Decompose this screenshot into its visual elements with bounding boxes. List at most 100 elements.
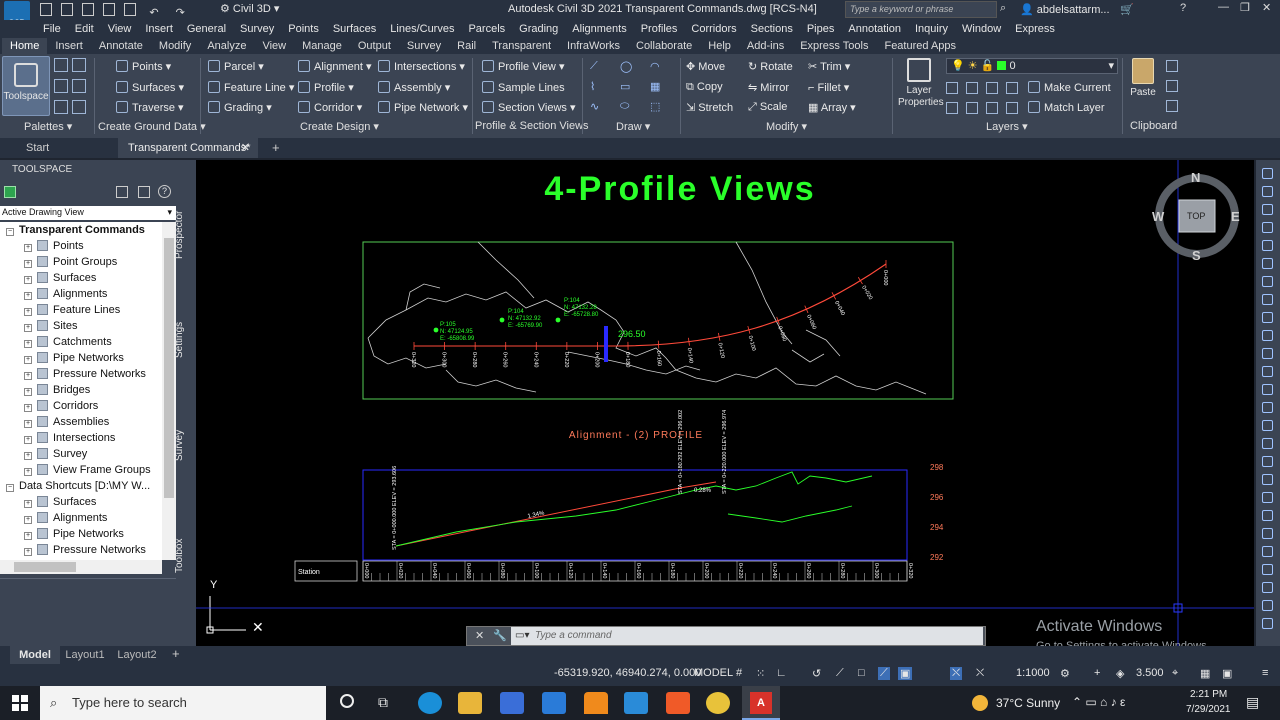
- menu-insert[interactable]: Insert: [138, 20, 180, 38]
- coordinates-readout[interactable]: -65319.920, 46940.274, 0.000: [554, 667, 701, 679]
- tab-rail[interactable]: Rail: [449, 38, 484, 54]
- clipboard-panel-label[interactable]: Clipboard: [1130, 120, 1177, 132]
- nav-tool-icon[interactable]: [1262, 312, 1273, 323]
- nav-tool-icon[interactable]: [1262, 618, 1273, 629]
- copy-button[interactable]: ⧉ Copy: [686, 81, 723, 94]
- customize-icon[interactable]: 🔧: [493, 629, 507, 642]
- tab-active-document[interactable]: Transparent Commands* ✕: [118, 138, 258, 158]
- nav-tool-icon[interactable]: [1262, 222, 1273, 233]
- autocad-icon[interactable]: A: [742, 686, 780, 720]
- expand-toggle-icon[interactable]: +: [24, 532, 32, 540]
- rotate-button[interactable]: ↻ Rotate: [748, 60, 793, 73]
- fillet-button[interactable]: ⌐ Fillet ▾: [808, 81, 849, 94]
- store-icon[interactable]: [500, 692, 524, 714]
- tree-item[interactable]: + Intersections: [0, 430, 115, 446]
- region-icon[interactable]: ⬚: [650, 100, 660, 113]
- profile-view-button[interactable]: Profile View ▾: [482, 60, 564, 73]
- zoom-value[interactable]: 3.500: [1136, 667, 1164, 679]
- expand-toggle-icon[interactable]: +: [24, 276, 32, 284]
- tree-item[interactable]: + Survey: [0, 446, 87, 462]
- drawing-svg[interactable]: 4-Profile Views 0+320 0+300 0+280 0+260 0+24…: [196, 160, 1254, 646]
- line-icon[interactable]: ⟋: [590, 60, 598, 73]
- menu-view[interactable]: View: [101, 20, 139, 38]
- tree-item[interactable]: + Alignments: [0, 286, 107, 302]
- nav-tool-icon[interactable]: [1262, 186, 1273, 197]
- hardware-accel-icon[interactable]: ▣: [1222, 667, 1232, 680]
- tree-item[interactable]: + Assemblies: [0, 414, 109, 430]
- layer-palette-icon[interactable]: [72, 79, 86, 93]
- expand-toggle-icon[interactable]: +: [24, 404, 32, 412]
- corridor-button[interactable]: Corridor ▾: [298, 101, 362, 114]
- tab-transparent[interactable]: Transparent: [484, 38, 559, 54]
- cut-icon[interactable]: [1166, 60, 1178, 72]
- redo-icon[interactable]: ↷: [176, 7, 185, 19]
- tab-insert[interactable]: Insert: [47, 38, 91, 54]
- help-icon[interactable]: ?: [158, 185, 171, 198]
- create-design-panel-label[interactable]: Create Design ▾: [300, 120, 379, 133]
- mirror-button[interactable]: ⇋ Mirror: [748, 81, 789, 94]
- make-current-button[interactable]: Make Current: [1028, 81, 1111, 94]
- menu-profiles[interactable]: Profiles: [634, 20, 685, 38]
- cart-icon[interactable]: 🛒: [1120, 3, 1134, 16]
- surfaces-button[interactable]: Surfaces ▾: [116, 81, 184, 94]
- tab-analyze[interactable]: Analyze: [199, 38, 254, 54]
- command-close-icon[interactable]: ✕: [475, 629, 484, 642]
- side-tab-settings[interactable]: Settings: [174, 310, 192, 370]
- nav-tool-icon[interactable]: [1262, 348, 1273, 359]
- assembly-button[interactable]: Assembly ▾: [378, 81, 450, 94]
- menu-alignments[interactable]: Alignments: [565, 20, 633, 38]
- nav-tool-icon[interactable]: [1262, 366, 1273, 377]
- menu-window[interactable]: Window: [955, 20, 1008, 38]
- point-marker[interactable]: [433, 327, 439, 333]
- tab-layout2[interactable]: Layout2: [114, 646, 160, 664]
- model-space-toggle[interactable]: MODEL: [694, 667, 733, 679]
- layer-properties-button[interactable]: Layer Properties: [898, 58, 944, 109]
- taskbar-search[interactable]: ⌕ Type here to search: [40, 686, 326, 720]
- file-explorer-icon[interactable]: [458, 692, 482, 714]
- tree-item[interactable]: + Pressure Networks: [0, 366, 146, 382]
- layer-on-icon[interactable]: [946, 102, 958, 114]
- menu-annotation[interactable]: Annotation: [841, 20, 908, 38]
- side-tab-toolbox[interactable]: Toolbox: [174, 526, 192, 586]
- cortana-icon[interactable]: [340, 694, 354, 708]
- weather-readout[interactable]: 37°C Sunny: [996, 696, 1060, 710]
- trim-button[interactable]: ✂ Trim ▾: [808, 60, 850, 73]
- tree-item[interactable]: − Data Shortcuts [D:\MY W...: [0, 478, 150, 494]
- isodraft-icon[interactable]: ⟋: [836, 667, 844, 680]
- expand-toggle-icon[interactable]: +: [24, 292, 32, 300]
- viewcube-e[interactable]: E: [1231, 209, 1240, 224]
- nav-tool-icon[interactable]: [1262, 474, 1273, 485]
- windows-start-icon[interactable]: [12, 695, 28, 711]
- expand-toggle-icon[interactable]: +: [24, 356, 32, 364]
- nav-tool-icon[interactable]: [1262, 438, 1273, 449]
- layer-freeze-icon[interactable]: [986, 82, 998, 94]
- search-icon[interactable]: ⌕: [1000, 2, 1006, 15]
- move-button[interactable]: ✥ Move: [686, 60, 725, 73]
- traverse-button[interactable]: Traverse ▾: [116, 101, 184, 114]
- nav-tool-icon[interactable]: [1262, 564, 1273, 575]
- expand-toggle-icon[interactable]: −: [6, 228, 14, 236]
- layer-lock-icon[interactable]: [1006, 82, 1018, 94]
- tab-collaborate[interactable]: Collaborate: [628, 38, 700, 54]
- tree-scrollbar[interactable]: [162, 222, 176, 560]
- task-view-icon[interactable]: ⧉: [378, 694, 388, 711]
- isolate-icon[interactable]: ▦: [1200, 667, 1210, 680]
- rectangle-icon[interactable]: ▭: [620, 80, 630, 93]
- command-input[interactable]: ▭▾ Type a command: [511, 627, 983, 645]
- geolocation-icon[interactable]: ⌖: [1172, 667, 1178, 680]
- tab-infraworks[interactable]: InfraWorks: [559, 38, 628, 54]
- tab-modify[interactable]: Modify: [151, 38, 199, 54]
- notification-icon[interactable]: ▤: [1246, 694, 1259, 711]
- expand-toggle-icon[interactable]: +: [24, 468, 32, 476]
- profile-section-panel-label[interactable]: Profile & Section Views: [475, 120, 589, 132]
- tab-start[interactable]: Start: [18, 138, 116, 158]
- save-as-icon[interactable]: [103, 3, 116, 16]
- nav-tool-icon[interactable]: [1262, 420, 1273, 431]
- nav-tool-icon[interactable]: [1262, 582, 1273, 593]
- menu-grading[interactable]: Grading: [512, 20, 565, 38]
- user-account[interactable]: 👤 abdelsattarm...: [1020, 3, 1110, 16]
- layer-isolate-icon[interactable]: [966, 82, 978, 94]
- new-file-icon[interactable]: [40, 3, 52, 16]
- layers-panel-label[interactable]: Layers ▾: [986, 120, 1028, 133]
- create-ground-panel-label[interactable]: Create Ground Data ▾: [98, 120, 206, 133]
